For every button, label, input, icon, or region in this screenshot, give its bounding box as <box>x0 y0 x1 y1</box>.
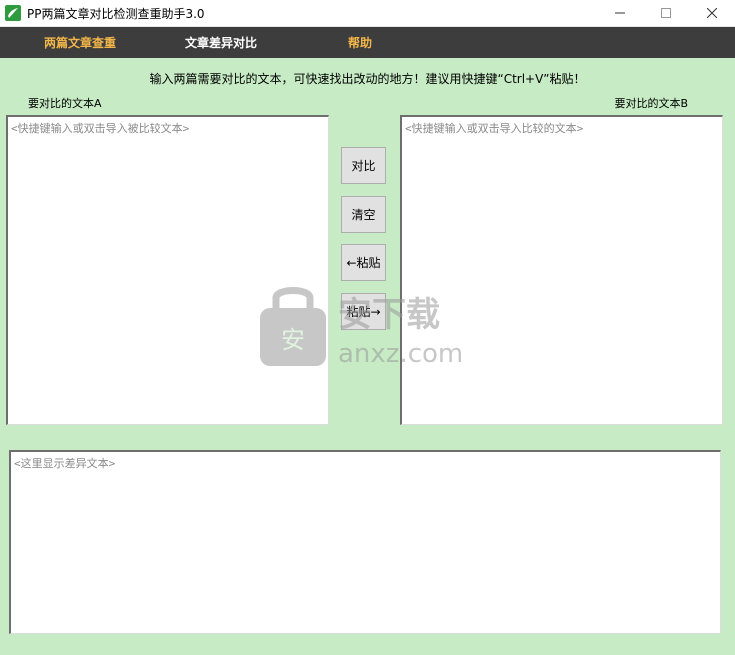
menu-item-diff-compare[interactable]: 文章差异对比 <box>185 34 257 51</box>
app-icon <box>5 5 21 21</box>
menu-item-help[interactable]: 帮助 <box>348 34 372 51</box>
clear-button[interactable]: 清空 <box>341 196 386 233</box>
title-bar: PP两篇文章对比检测查重助手3.0 <box>0 0 735 27</box>
text-a-placeholder: <快捷键输入或双击导入被比较文本> <box>11 122 190 135</box>
text-b-input[interactable]: <快捷键输入或双击导入比较的文本> <box>400 115 723 425</box>
text-b-label: 要对比的文本B <box>614 97 688 110</box>
maximize-button[interactable] <box>643 0 689 26</box>
text-b-placeholder: <快捷键输入或双击导入比较的文本> <box>405 122 584 135</box>
maximize-icon <box>661 8 671 18</box>
text-a-label: 要对比的文本A <box>28 97 102 110</box>
paste-right-button[interactable]: 粘贴→ <box>341 293 386 330</box>
diff-output-area[interactable]: <这里显示差异文本> <box>9 450 721 634</box>
menu-item-duplicate-check[interactable]: 两篇文章查重 <box>44 34 116 51</box>
diff-output-placeholder: <这里显示差异文本> <box>14 457 116 470</box>
window-title: PP两篇文章对比检测查重助手3.0 <box>27 7 205 21</box>
compare-button[interactable]: 对比 <box>341 147 386 184</box>
close-button[interactable] <box>689 0 735 26</box>
close-icon <box>707 8 717 18</box>
menu-bar: 两篇文章查重 文章差异对比 帮助 <box>0 27 735 58</box>
paste-left-button[interactable]: ←粘贴 <box>341 244 386 281</box>
minimize-icon <box>615 12 625 14</box>
instruction-text: 输入两篇需要对比的文本，可快速找出改动的地方！建议用快捷键“Ctrl+V”粘贴！ <box>149 72 586 86</box>
minimize-button[interactable] <box>597 0 643 26</box>
text-a-input[interactable]: <快捷键输入或双击导入被比较文本> <box>6 115 329 425</box>
